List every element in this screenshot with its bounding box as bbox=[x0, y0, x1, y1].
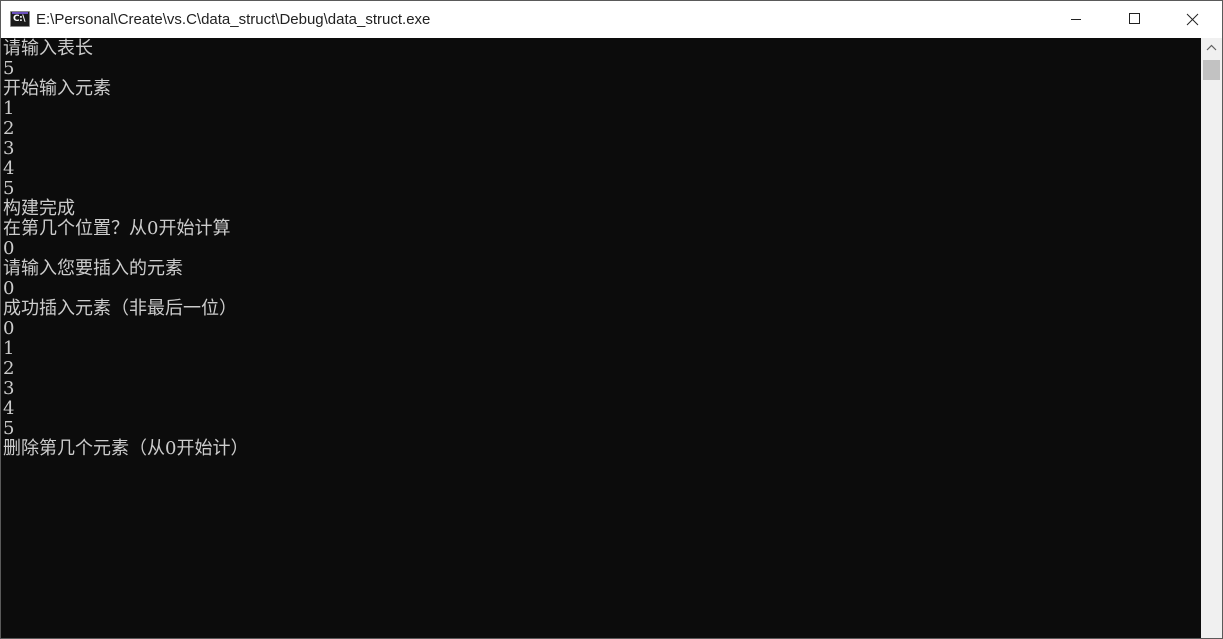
scroll-thumb[interactable] bbox=[1203, 60, 1220, 80]
title-bar[interactable]: C:\ E:\Personal\Create\vs.C\data_struct\… bbox=[1, 1, 1222, 38]
console-line: 4 bbox=[3, 158, 15, 179]
close-icon bbox=[1186, 13, 1199, 26]
vertical-scrollbar[interactable] bbox=[1201, 38, 1222, 638]
close-button[interactable] bbox=[1163, 1, 1222, 38]
console-app-icon[interactable]: C:\ bbox=[10, 11, 30, 27]
console-line: 1 bbox=[3, 98, 15, 119]
console-line: 请输入您要插入的元素 bbox=[3, 258, 183, 279]
console-line: 成功插入元素（非最后一位） bbox=[3, 298, 237, 319]
scroll-up-arrow-icon bbox=[1206, 44, 1217, 51]
maximize-icon bbox=[1129, 13, 1140, 24]
minimize-button[interactable] bbox=[1047, 1, 1105, 38]
minimize-icon bbox=[1071, 19, 1081, 20]
console-line: 3 bbox=[3, 378, 15, 399]
maximize-button[interactable] bbox=[1105, 1, 1163, 38]
console-line: 5 bbox=[3, 58, 15, 79]
console-line: 开始输入元素 bbox=[3, 78, 111, 99]
console-line: 在第几个位置？从0开始计算 bbox=[3, 218, 231, 239]
scroll-up-button[interactable] bbox=[1201, 38, 1222, 59]
console-output[interactable]: 请输入表长 5 开始输入元素 1 2 3 4 5 构建完成 在第几个位置？从0开始计算 0 请输入您要… bbox=[1, 38, 1201, 638]
console-line: 5 bbox=[3, 178, 15, 199]
console-line: 3 bbox=[3, 138, 15, 159]
console-window: C:\ E:\Personal\Create\vs.C\data_struct\… bbox=[0, 0, 1223, 639]
console-line: 删除第几个元素（从0开始计） bbox=[3, 438, 249, 459]
window-title: E:\Personal\Create\vs.C\data_struct\Debu… bbox=[36, 11, 431, 28]
console-line: 构建完成 bbox=[3, 198, 75, 219]
console-line: 2 bbox=[3, 118, 15, 139]
console-line: 2 bbox=[3, 358, 15, 379]
console-line: 5 bbox=[3, 418, 15, 439]
console-line: 4 bbox=[3, 398, 15, 419]
console-line: 0 bbox=[3, 318, 15, 339]
console-line: 请输入表长 bbox=[3, 38, 93, 59]
console-lines: 请输入表长 5 开始输入元素 1 2 3 4 5 构建完成 在第几个位置？从0开始计算 0 请输入您要… bbox=[3, 39, 248, 459]
console-line: 1 bbox=[3, 338, 15, 359]
console-line: 0 bbox=[3, 238, 15, 259]
icon-label: C:\ bbox=[13, 14, 26, 24]
console-line: 0 bbox=[3, 278, 15, 299]
